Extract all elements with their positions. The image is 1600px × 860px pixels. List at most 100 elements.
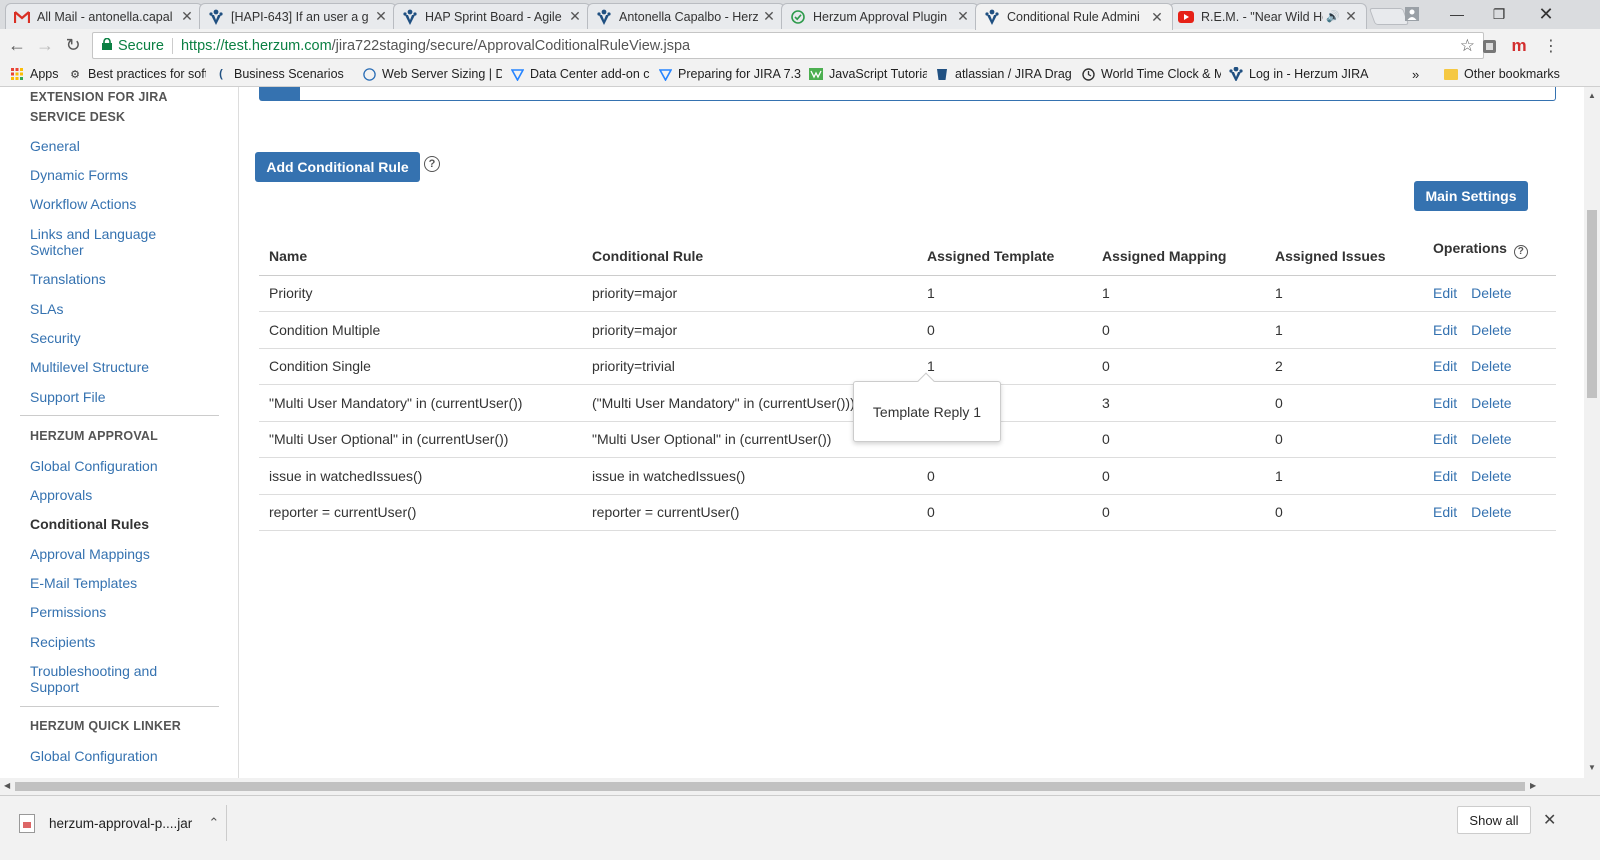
chevron-up-icon[interactable]: ⌃: [208, 815, 219, 831]
sidebar-item-dynamic-forms[interactable]: Dynamic Forms: [30, 167, 210, 183]
maximize-icon[interactable]: ❐: [1476, 0, 1522, 28]
column-header-assigned-mapping[interactable]: Assigned Mapping: [1092, 237, 1265, 276]
scroll-right-arrow-icon[interactable]: ▶: [1530, 781, 1536, 790]
operations-help-icon[interactable]: ?: [1513, 244, 1528, 259]
sidebar-item-workflow-actions[interactable]: Workflow Actions: [30, 196, 210, 212]
vertical-scrollbar[interactable]: ▲ ▼: [1584, 87, 1600, 795]
bookmark-item[interactable]: atlassian / JIRA Drag &: [935, 67, 1073, 81]
edit-link[interactable]: Edit: [1433, 285, 1457, 301]
add-conditional-rule-button[interactable]: Add Conditional Rule: [255, 152, 420, 182]
assigned-template-link[interactable]: 1: [917, 348, 1092, 385]
more-bookmarks-chevron[interactable]: »: [1412, 67, 1419, 82]
bookmark-star-icon[interactable]: ☆: [1460, 36, 1475, 56]
browser-tab[interactable]: R.E.M. - "Near Wild He 🔊 ✕: [1169, 3, 1367, 29]
delete-link[interactable]: Delete: [1471, 468, 1511, 484]
assigned-template-link[interactable]: 0: [917, 494, 1092, 531]
assigned-mapping-link[interactable]: 0: [1092, 311, 1265, 349]
bookmark-item[interactable]: Preparing for JIRA 7.3: [658, 67, 801, 81]
horizontal-scrollbar[interactable]: ◀ ▶: [0, 778, 1584, 795]
delete-link[interactable]: Delete: [1471, 504, 1511, 520]
close-tab-icon[interactable]: ✕: [1344, 8, 1358, 25]
bookmark-item[interactable]: Data Center add-on c: [510, 67, 650, 81]
sidebar-item-support-file[interactable]: Support File: [30, 389, 210, 405]
scroll-up-arrow-icon[interactable]: ▲: [1584, 91, 1600, 100]
other-bookmarks[interactable]: Other bookmarks: [1444, 67, 1560, 81]
sidebar-item-approvals[interactable]: Approvals: [30, 487, 210, 503]
bookmark-item[interactable]: ⚙ Best practices for soft: [68, 67, 206, 81]
browser-tab[interactable]: Herzum Approval Plugin ✕: [781, 3, 979, 29]
close-tab-icon[interactable]: ✕: [374, 8, 388, 25]
close-tab-icon[interactable]: ✕: [1150, 9, 1164, 26]
sidebar-item-links-and-language-switcher[interactable]: Links and Language Switcher: [30, 226, 210, 258]
assigned-issues-link[interactable]: 0: [1265, 384, 1423, 422]
delete-link[interactable]: Delete: [1471, 358, 1511, 374]
sidebar-item-multilevel-structure[interactable]: Multilevel Structure: [30, 359, 210, 375]
close-tab-icon[interactable]: ✕: [956, 8, 970, 25]
browser-tab[interactable]: All Mail - antonella.capal ✕: [5, 3, 203, 29]
reload-icon[interactable]: ↻: [62, 35, 84, 57]
sidebar-item-e-mail-templates[interactable]: E-Mail Templates: [30, 575, 210, 591]
sidebar-item-security[interactable]: Security: [30, 330, 210, 346]
menu-dots-icon[interactable]: ⋮: [1540, 35, 1562, 57]
scroll-left-arrow-icon[interactable]: ◀: [4, 781, 10, 790]
delete-link[interactable]: Delete: [1471, 322, 1511, 338]
sidebar-item-troubleshooting-and-support[interactable]: Troubleshooting and Support: [30, 663, 210, 695]
edit-link[interactable]: Edit: [1433, 504, 1457, 520]
assigned-mapping-link[interactable]: 0: [1092, 457, 1265, 495]
close-tab-icon[interactable]: ✕: [180, 8, 194, 25]
edit-link[interactable]: Edit: [1433, 358, 1457, 374]
bookmark-item[interactable]: JavaScript Tutorial: [809, 67, 927, 81]
extension-icon[interactable]: [1478, 35, 1500, 57]
sidebar-item-global-configuration[interactable]: Global Configuration: [30, 458, 210, 474]
browser-tab[interactable]: HAP Sprint Board - Agile ✕: [393, 3, 591, 29]
assigned-mapping-link[interactable]: 0: [1092, 421, 1265, 458]
assigned-issues-link[interactable]: 1: [1265, 311, 1423, 349]
edit-link[interactable]: Edit: [1433, 322, 1457, 338]
assigned-mapping-link[interactable]: 0: [1092, 494, 1265, 531]
assigned-template-link[interactable]: 0: [917, 457, 1092, 495]
profile-icon[interactable]: [1389, 0, 1435, 28]
sidebar-item-slas[interactable]: SLAs: [30, 301, 210, 317]
download-item[interactable]: herzum-approval-p....jar ⌃: [15, 805, 227, 841]
window-close-icon[interactable]: ✕: [1523, 0, 1569, 28]
close-tab-icon[interactable]: ✕: [762, 8, 776, 25]
edit-link[interactable]: Edit: [1433, 395, 1457, 411]
bookmark-item[interactable]: Apps: [10, 67, 60, 81]
close-shelf-icon[interactable]: ✕: [1543, 810, 1556, 830]
browser-tab[interactable]: Antonella Capalbo - Herz ✕: [587, 3, 785, 29]
delete-link[interactable]: Delete: [1471, 285, 1511, 301]
bookmark-item[interactable]: (Business Scenarios: [214, 67, 354, 81]
assigned-template-link[interactable]: 0: [917, 311, 1092, 349]
help-icon[interactable]: ?: [424, 156, 440, 172]
bookmark-item[interactable]: Web Server Sizing | De: [362, 67, 502, 81]
speaker-icon[interactable]: 🔊: [1326, 10, 1340, 23]
assigned-mapping-link[interactable]: 3: [1092, 384, 1265, 422]
sidebar-item-quick-linker-global-configuration[interactable]: Global Configuration: [30, 748, 210, 764]
browser-tab[interactable]: [HAPI-643] If an user a g ✕: [199, 3, 397, 29]
sidebar-item-recipients[interactable]: Recipients: [30, 634, 210, 650]
main-settings-button[interactable]: Main Settings: [1414, 181, 1528, 211]
edit-link[interactable]: Edit: [1433, 468, 1457, 484]
vertical-scroll-thumb[interactable]: [1587, 210, 1597, 398]
scroll-down-arrow-icon[interactable]: ▼: [1584, 763, 1600, 772]
horizontal-scroll-thumb[interactable]: [15, 782, 1525, 791]
delete-link[interactable]: Delete: [1471, 431, 1511, 447]
sidebar-item-permissions[interactable]: Permissions: [30, 604, 210, 620]
sidebar-item-translations[interactable]: Translations: [30, 271, 210, 287]
assigned-template-link[interactable]: 1: [917, 275, 1092, 312]
assigned-issues-link[interactable]: 0: [1265, 421, 1423, 458]
assigned-mapping-link[interactable]: 1: [1092, 275, 1265, 312]
sidebar-item-approval-mappings[interactable]: Approval Mappings: [30, 546, 210, 562]
edit-link[interactable]: Edit: [1433, 431, 1457, 447]
assigned-mapping-link[interactable]: 0: [1092, 348, 1265, 385]
sidebar-item-conditional-rules[interactable]: Conditional Rules: [30, 516, 210, 532]
sidebar-item-general[interactable]: General: [30, 138, 210, 154]
column-header-assigned-issues[interactable]: Assigned Issues: [1265, 237, 1423, 276]
column-header-assigned-template[interactable]: Assigned Template: [917, 237, 1092, 276]
assigned-issues-link[interactable]: 1: [1265, 275, 1423, 312]
assigned-issues-link[interactable]: 2: [1265, 348, 1423, 385]
back-arrow-icon[interactable]: ←: [6, 35, 28, 57]
forward-arrow-icon[interactable]: →: [34, 35, 56, 57]
minimize-icon[interactable]: —: [1434, 0, 1480, 28]
column-header-conditional-rule[interactable]: Conditional Rule: [582, 237, 917, 276]
